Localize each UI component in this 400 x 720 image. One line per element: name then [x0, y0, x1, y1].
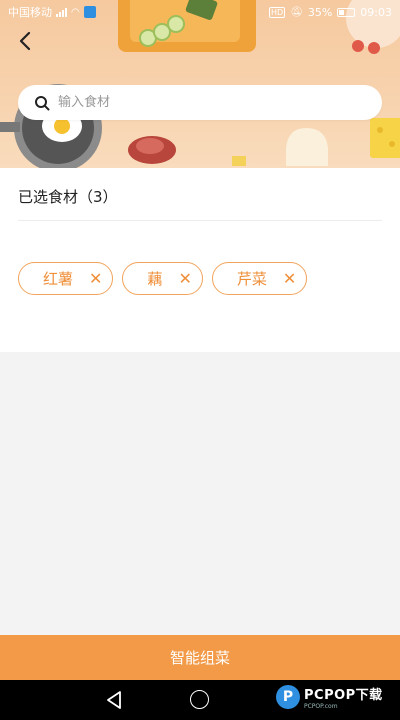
ingredient-label: 芹菜 — [236, 270, 267, 288]
food-illustration — [0, 0, 400, 168]
search-bar[interactable] — [18, 85, 382, 120]
close-icon[interactable]: ✕ — [283, 270, 296, 287]
ingredient-chip[interactable]: 红薯 ✕ — [18, 262, 114, 295]
battery-percent: 35% — [307, 5, 333, 19]
selected-ingredients-panel: 已选食材（3） 红薯 ✕ 藕 ✕ 芹菜 ✕ — [0, 168, 400, 352]
nav-back-icon[interactable] — [105, 690, 123, 710]
divider — [18, 220, 382, 221]
ingredient-chip[interactable]: 芹菜 ✕ — [211, 262, 308, 295]
close-icon[interactable]: ✕ — [178, 270, 191, 287]
status-bar: 中国移动 ◠ HD 🔕︎ 35% 09:03 — [0, 0, 400, 24]
nav-home-icon[interactable] — [190, 690, 209, 709]
watermark-logo: P — [276, 685, 300, 709]
watermark-subtext: PCPOP.com — [304, 703, 338, 710]
watermark: P PCPOP下载 PCPOP.com — [276, 684, 383, 710]
search-input[interactable] — [58, 95, 338, 110]
mute-icon: 🔕︎ — [290, 6, 303, 18]
carrier-label: 中国移动 — [8, 6, 52, 19]
hd-icon: HD — [268, 6, 286, 18]
ingredient-chip[interactable]: 藕 ✕ — [122, 262, 203, 295]
ingredient-label: 红薯 — [43, 270, 74, 288]
signal-icon — [56, 7, 67, 17]
back-arrow-icon — [19, 31, 31, 51]
header-banner: 中国移动 ◠ HD 🔕︎ 35% 09:03 — [0, 0, 400, 168]
ingredient-label: 藕 — [147, 270, 163, 288]
clock: 09:03 — [360, 5, 392, 19]
back-button[interactable] — [12, 28, 38, 54]
selected-count-title: 已选食材（3） — [18, 188, 118, 206]
search-icon — [35, 95, 50, 110]
download-badge-icon — [83, 6, 96, 18]
smart-combine-button[interactable]: 智能组菜 — [0, 635, 400, 680]
wifi-icon: ◠ — [71, 6, 80, 18]
watermark-text: PCPOP下载 — [304, 688, 383, 703]
close-icon[interactable]: ✕ — [89, 270, 102, 287]
ingredient-chip-list: 红薯 ✕ 藕 ✕ 芹菜 ✕ — [18, 262, 308, 295]
battery-icon — [337, 7, 356, 17]
